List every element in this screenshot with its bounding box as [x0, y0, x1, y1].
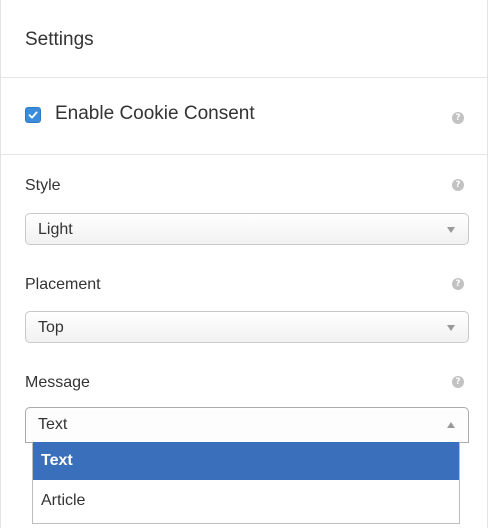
- message-dropdown-list: Text Article: [32, 442, 460, 524]
- consent-row: Enable Cookie Consent ?: [1, 78, 487, 155]
- message-option-text[interactable]: Text: [33, 442, 459, 480]
- option-label: Text: [41, 452, 73, 469]
- placement-label: Placement: [25, 276, 101, 293]
- placement-select[interactable]: Top: [25, 311, 469, 343]
- panel-title: Settings: [25, 29, 94, 50]
- chevron-up-icon: [447, 422, 455, 428]
- message-select-value: Text: [38, 416, 68, 433]
- style-select-value: Light: [38, 221, 73, 238]
- message-option-article[interactable]: Article: [33, 482, 459, 520]
- placement-select-value: Top: [38, 319, 64, 336]
- chevron-down-icon: [447, 325, 455, 331]
- panel-header: Settings: [1, 0, 487, 78]
- style-select[interactable]: Light: [25, 213, 469, 245]
- checkmark-icon: [28, 111, 38, 119]
- option-label: Article: [41, 492, 86, 509]
- style-label: Style: [25, 177, 61, 194]
- question-circle-icon[interactable]: ?: [452, 112, 464, 124]
- question-circle-icon[interactable]: ?: [452, 179, 464, 191]
- settings-panel: Settings Enable Cookie Consent ? Style ?…: [0, 0, 488, 528]
- enable-cookie-consent-label[interactable]: Enable Cookie Consent: [55, 103, 255, 125]
- message-label: Message: [25, 374, 90, 391]
- chevron-down-icon: [447, 227, 455, 233]
- message-select[interactable]: Text: [25, 407, 469, 443]
- question-circle-icon[interactable]: ?: [452, 278, 464, 290]
- question-circle-icon[interactable]: ?: [452, 376, 464, 388]
- enable-cookie-consent-checkbox[interactable]: [25, 107, 41, 123]
